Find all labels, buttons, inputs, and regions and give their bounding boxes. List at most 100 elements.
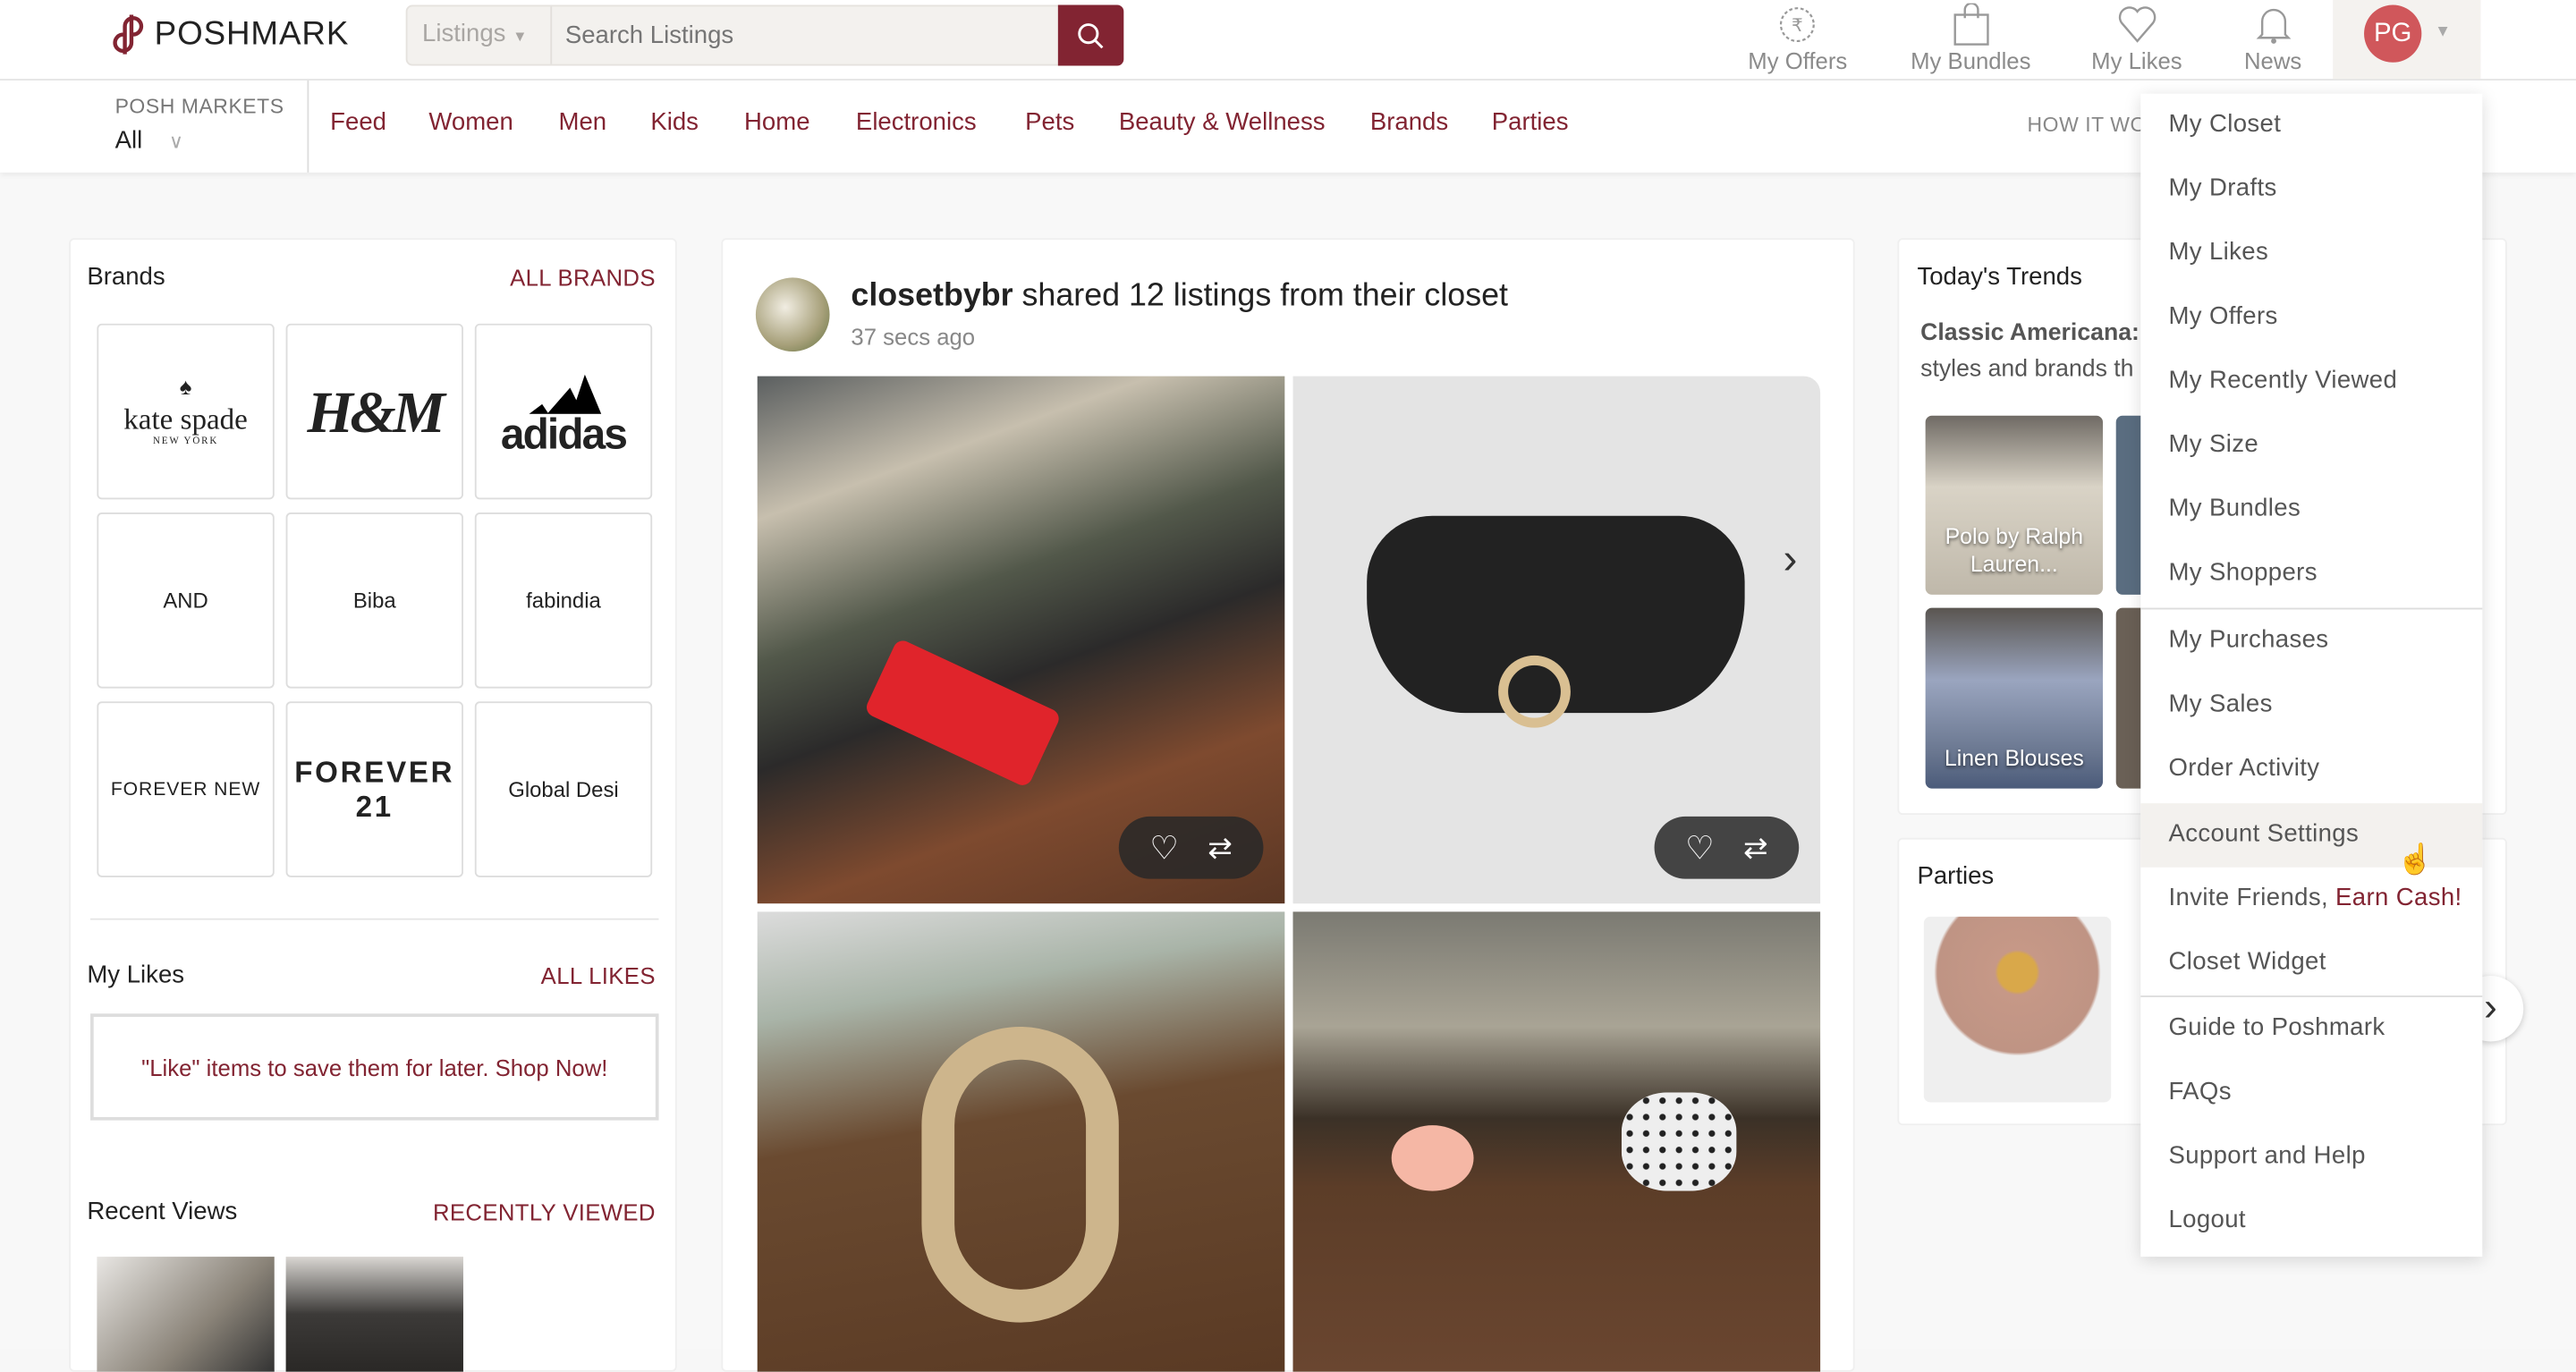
- feed-headline: closetbybr shared 12 listings from their…: [851, 277, 1508, 315]
- nav-women[interactable]: Women: [428, 108, 513, 136]
- all-brands-link[interactable]: ALL BRANDS: [510, 265, 656, 291]
- search-category-select[interactable]: Listings ▼: [408, 6, 553, 64]
- search-icon: [1078, 22, 1104, 48]
- my-bundles-label: My Bundles: [1911, 47, 2031, 74]
- search-button[interactable]: [1057, 4, 1124, 66]
- divider: [90, 918, 659, 920]
- my-likes-title: My Likes: [87, 961, 185, 989]
- listing-actions: ♡ ⇄: [1654, 816, 1800, 879]
- trend-tile[interactable]: Linen Blouses: [1925, 607, 2104, 789]
- brand-name: fabindia: [526, 588, 601, 614]
- brand-tile-hm[interactable]: H&M: [285, 323, 463, 500]
- brand-name: AND: [163, 588, 208, 614]
- brand-name: Biba: [352, 588, 396, 614]
- listing-image[interactable]: › ♡ ⇄: [1292, 376, 1821, 904]
- brand-name: FOREVER NEW: [110, 779, 261, 800]
- menu-order-activity[interactable]: Order Activity: [2140, 738, 2482, 802]
- news-button[interactable]: News: [2244, 4, 2301, 74]
- menu-my-size[interactable]: My Size: [2140, 414, 2482, 479]
- listing-actions: ♡ ⇄: [1118, 816, 1264, 879]
- my-offers-label: My Offers: [1748, 47, 1848, 74]
- trend-tile[interactable]: Polo by Ralph Lauren...: [1925, 415, 2104, 595]
- brand-tile-adidas[interactable]: adidas: [474, 323, 653, 500]
- menu-my-closet[interactable]: My Closet: [2140, 94, 2482, 158]
- nav-brands[interactable]: Brands: [1370, 108, 1448, 136]
- feed-username[interactable]: closetbybr: [851, 277, 1013, 313]
- brand-tile-and[interactable]: AND: [97, 512, 275, 689]
- poshmark-logo[interactable]: POSHMARK: [112, 13, 349, 56]
- nav-feed[interactable]: Feed: [330, 108, 386, 136]
- menu-my-shoppers[interactable]: My Shoppers: [2140, 542, 2482, 606]
- brand-name: FOREVER 21: [294, 754, 455, 823]
- nav-kids[interactable]: Kids: [650, 108, 699, 136]
- share-icon[interactable]: ⇄: [1208, 830, 1233, 865]
- nav-beauty-wellness[interactable]: Beauty & Wellness: [1119, 108, 1326, 136]
- listing-image[interactable]: ♡ ⇄: [757, 376, 1285, 904]
- bell-icon: [2255, 8, 2291, 44]
- scrunchie-shape: [1391, 1125, 1474, 1191]
- menu-my-offers[interactable]: My Offers: [2140, 286, 2482, 351]
- all-likes-link[interactable]: ALL LIKES: [541, 962, 656, 988]
- menu-my-drafts[interactable]: My Drafts: [2140, 157, 2482, 222]
- brand-tile-fabindia[interactable]: fabindia: [474, 512, 653, 689]
- listing-image[interactable]: [1292, 911, 1821, 1372]
- like-heart-icon[interactable]: ♡: [1149, 827, 1179, 868]
- recent-view-thumbnail[interactable]: [285, 1257, 463, 1372]
- menu-my-purchases[interactable]: My Purchases: [2140, 609, 2482, 673]
- like-heart-icon[interactable]: ♡: [1685, 827, 1715, 868]
- party-image[interactable]: [1923, 916, 2112, 1103]
- trends-title: Today's Trends: [1917, 262, 2082, 292]
- brand-tile-biba[interactable]: Biba: [285, 512, 463, 689]
- search-bar: Listings ▼: [405, 4, 1124, 66]
- menu-support-and-help[interactable]: Support and Help: [2140, 1125, 2482, 1190]
- my-bundles-button[interactable]: My Bundles: [1911, 3, 2031, 74]
- how-it-works-link[interactable]: HOW IT WO: [2028, 114, 2147, 137]
- recent-views-title: Recent Views: [87, 1197, 238, 1226]
- top-header: POSHMARK Listings ▼ ₹ My Offers My Bundl…: [0, 0, 2576, 80]
- menu-my-bundles[interactable]: My Bundles: [2140, 478, 2482, 542]
- brand-name: kate spade: [123, 402, 248, 436]
- menu-logout[interactable]: Logout: [2140, 1190, 2482, 1254]
- buckle-shape: [1498, 655, 1571, 728]
- menu-faqs[interactable]: FAQs: [2140, 1062, 2482, 1126]
- hand-cursor-icon: ☝: [2396, 843, 2434, 876]
- poshmark-logo-icon: [113, 14, 144, 55]
- brand-tile-kate-spade[interactable]: ♠ kate spade NEW YORK: [97, 323, 275, 500]
- user-avatar[interactable]: [755, 277, 830, 352]
- share-icon[interactable]: ⇄: [1743, 830, 1768, 865]
- brand-tile-forever-new[interactable]: FOREVER NEW: [97, 701, 275, 877]
- market-select[interactable]: All ∨: [115, 126, 183, 154]
- nav-divider: [307, 80, 309, 173]
- menu-closet-widget[interactable]: Closet Widget: [2140, 931, 2482, 995]
- menu-my-sales[interactable]: My Sales: [2140, 673, 2482, 738]
- brand-subtitle: NEW YORK: [152, 436, 219, 447]
- my-likes-button[interactable]: My Likes: [2091, 4, 2182, 74]
- nav-pets[interactable]: Pets: [1025, 108, 1074, 136]
- nav-parties[interactable]: Parties: [1492, 108, 1569, 136]
- trend-description: styles and brands th: [1920, 356, 2134, 383]
- brand-tile-forever-21[interactable]: FOREVER 21: [285, 701, 463, 877]
- brand-tile-global-desi[interactable]: Global Desi: [474, 701, 653, 877]
- chevron-right-icon[interactable]: ›: [1783, 534, 1797, 585]
- posh-markets-label: POSH MARKETS: [114, 95, 284, 119]
- account-menu-toggle[interactable]: PG ▼: [2333, 0, 2481, 80]
- listing-image[interactable]: [757, 911, 1285, 1372]
- belt-shape: [921, 1026, 1119, 1323]
- recent-view-thumbnail[interactable]: [97, 1257, 275, 1372]
- chevron-down-icon: ∨: [168, 130, 184, 153]
- feed-timestamp: 37 secs ago: [851, 323, 976, 351]
- nav-men[interactable]: Men: [558, 108, 606, 136]
- recently-viewed-link[interactable]: RECENTLY VIEWED: [433, 1199, 656, 1225]
- page: POSHMARK Listings ▼ ₹ My Offers My Bundl…: [0, 0, 2576, 1372]
- caret-down-icon: ▼: [513, 28, 528, 45]
- menu-my-recently-viewed[interactable]: My Recently Viewed: [2140, 350, 2482, 414]
- menu-guide-to-poshmark[interactable]: Guide to Poshmark: [2140, 997, 2482, 1062]
- left-sidebar: Brands ALL BRANDS ♠ kate spade NEW YORK H&…: [69, 238, 677, 1372]
- search-input[interactable]: [552, 6, 1058, 64]
- likes-empty-shop-now[interactable]: "Like" items to save them for later. Sho…: [90, 1013, 659, 1121]
- menu-my-likes[interactable]: My Likes: [2140, 222, 2482, 286]
- nav-home[interactable]: Home: [744, 108, 809, 136]
- my-offers-button[interactable]: ₹ My Offers: [1748, 4, 1847, 74]
- search-category-label: Listings: [422, 20, 506, 48]
- nav-electronics[interactable]: Electronics: [856, 108, 977, 136]
